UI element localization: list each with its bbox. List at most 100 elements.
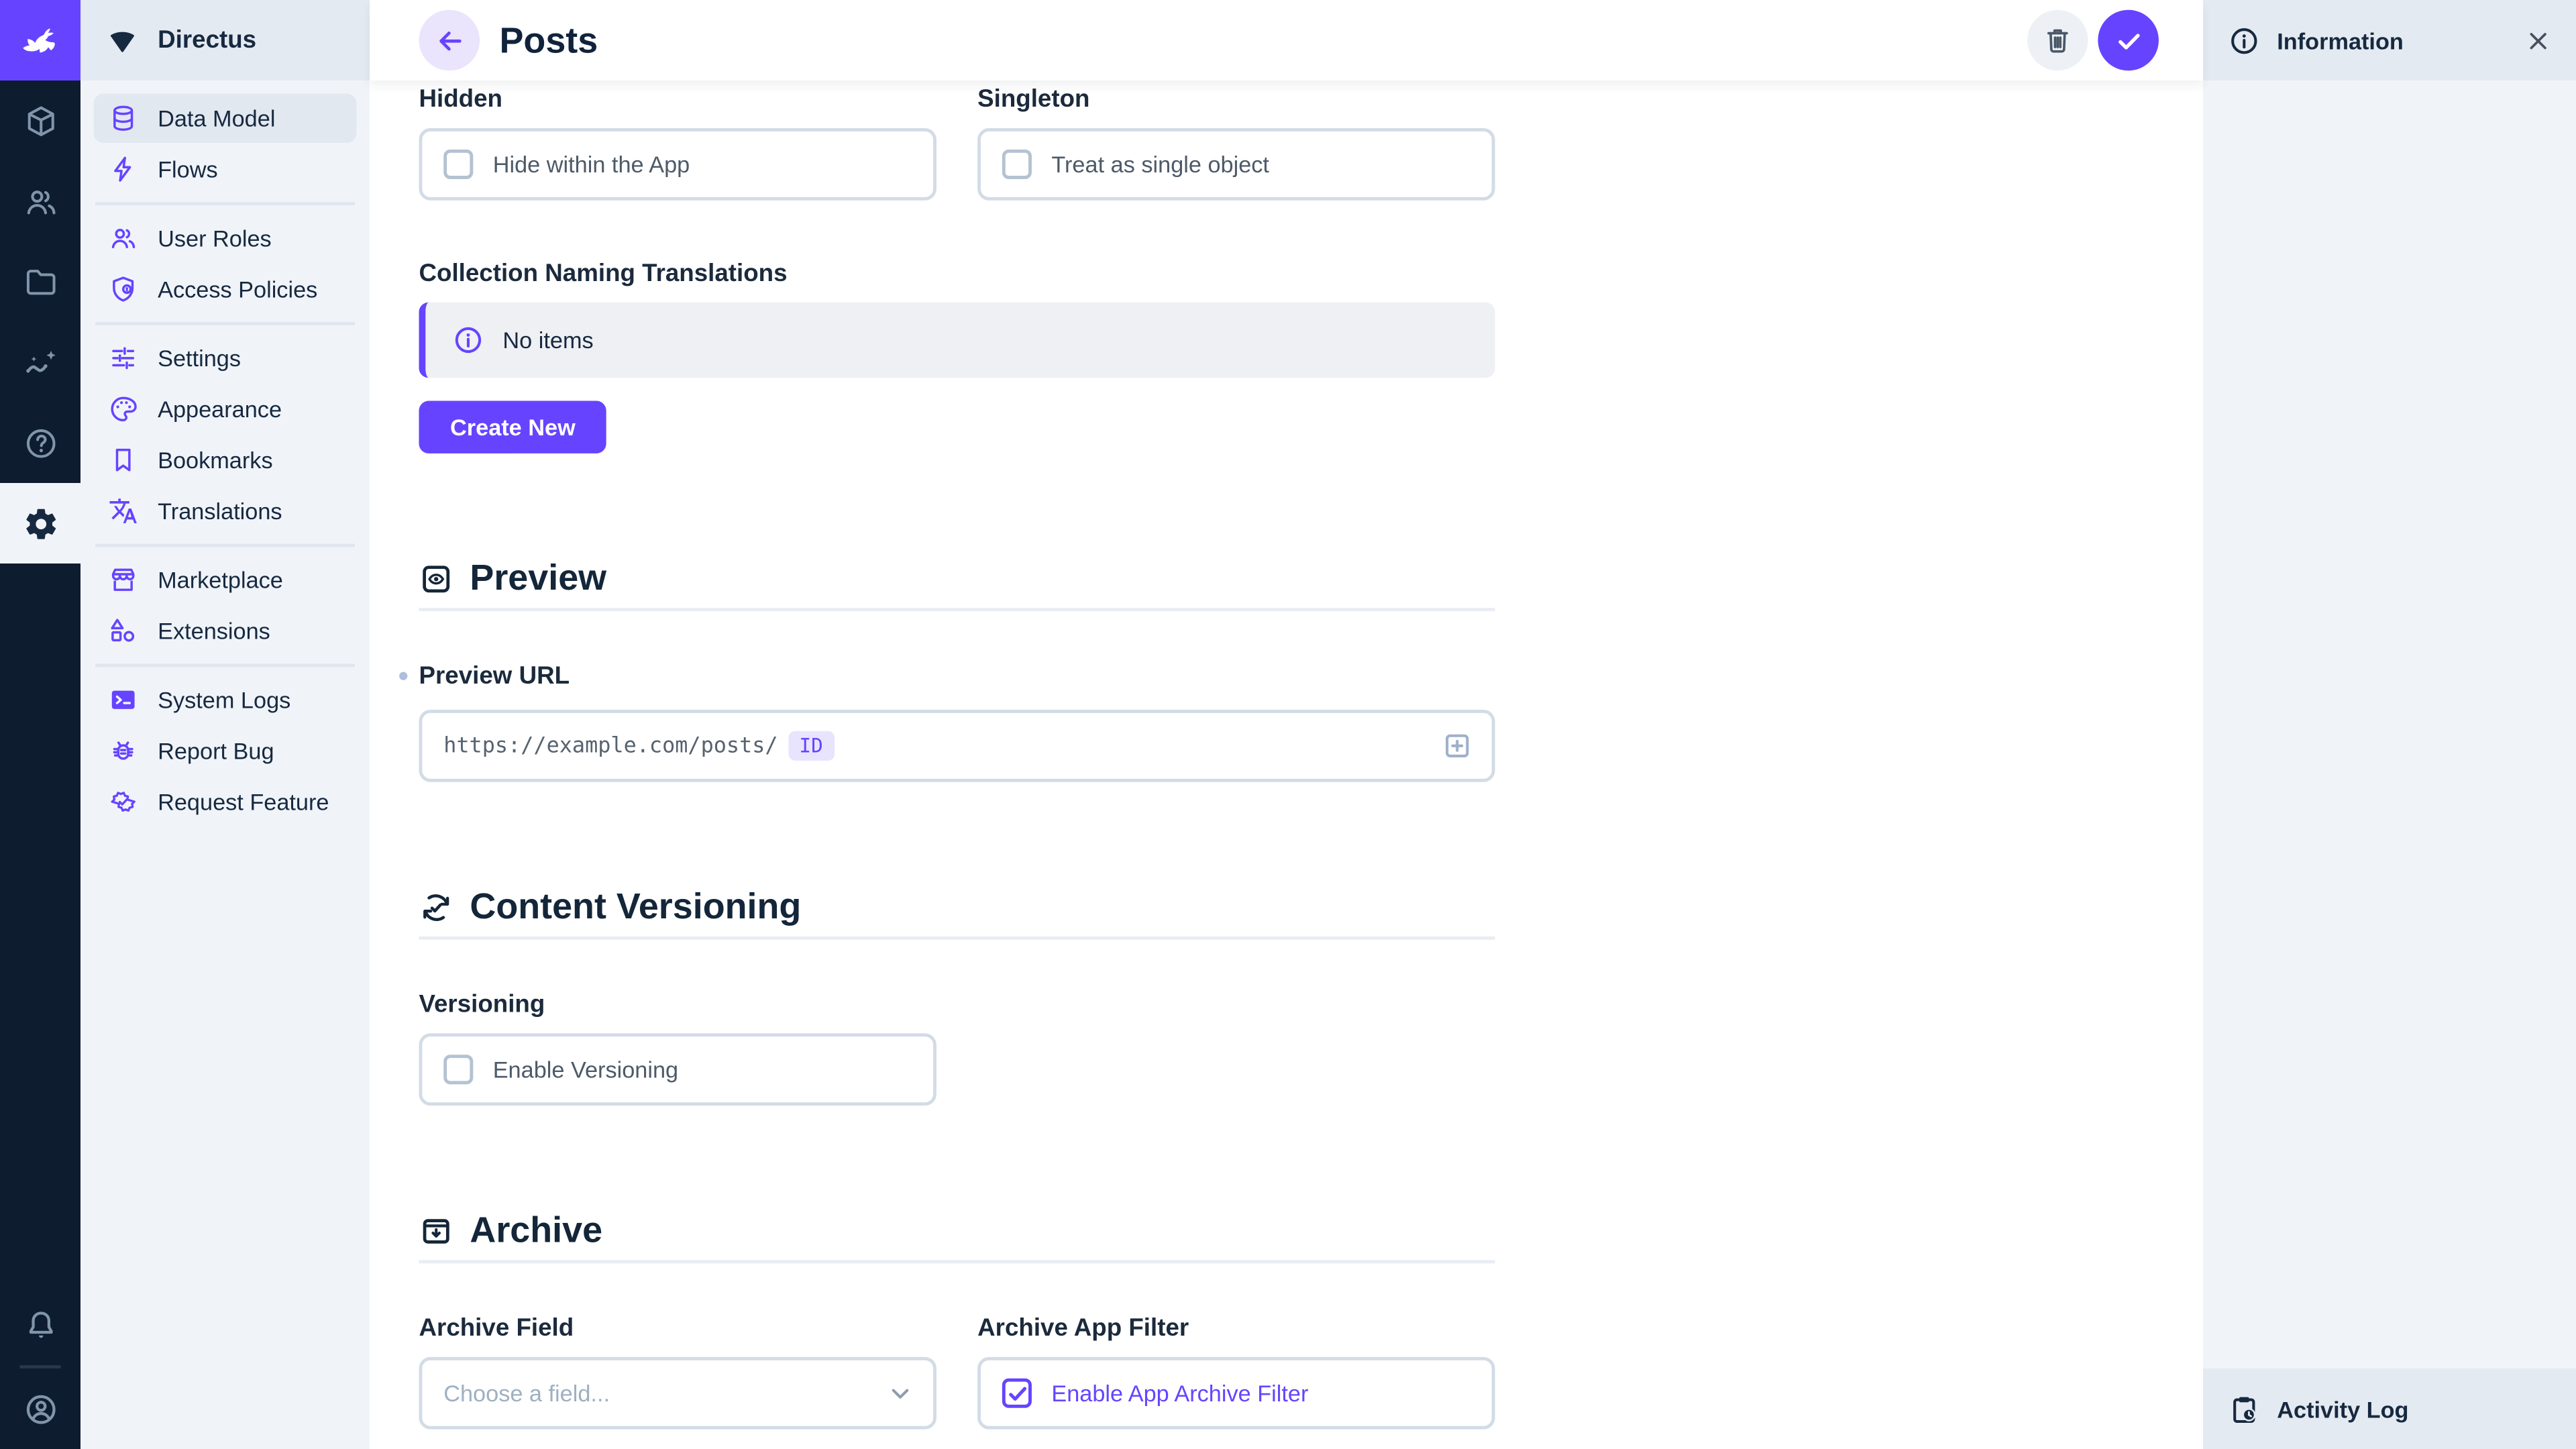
nav-item-access-policies[interactable]: Access Policies bbox=[94, 264, 357, 313]
module-settings[interactable] bbox=[0, 483, 80, 564]
section-content-versioning: Content Versioning bbox=[419, 887, 1495, 939]
bolt-icon bbox=[109, 154, 138, 184]
folder-icon bbox=[22, 264, 58, 300]
archive-field-select[interactable]: Choose a field... bbox=[419, 1357, 936, 1430]
checkbox-unchecked-icon bbox=[443, 150, 473, 179]
bug-icon bbox=[109, 736, 138, 765]
clipboard-clock-icon bbox=[2228, 1393, 2261, 1426]
section-header: Content Versioning bbox=[419, 887, 1495, 926]
checkbox-label: Enable App Archive Filter bbox=[1051, 1380, 1308, 1406]
help-icon bbox=[22, 425, 58, 461]
project-name: Directus bbox=[158, 26, 256, 54]
nav-item-label: Report Bug bbox=[158, 738, 274, 764]
field-archive-field: Archive Field Choose a field... bbox=[419, 1314, 936, 1429]
people-icon bbox=[22, 183, 58, 219]
nav-item-label: Settings bbox=[158, 345, 241, 371]
delete-collection-button[interactable] bbox=[2027, 10, 2088, 71]
nav-item-translations[interactable]: Translations bbox=[94, 486, 357, 535]
create-new-button[interactable]: Create New bbox=[419, 401, 606, 453]
field-versioning: Versioning Enable Versioning bbox=[419, 991, 1495, 1106]
select-placeholder: Choose a field... bbox=[443, 1380, 610, 1406]
edited-dot bbox=[399, 672, 407, 680]
section-title: Preview bbox=[470, 557, 606, 600]
field-label: Versioning bbox=[419, 991, 1495, 1020]
section-header: Preview bbox=[419, 559, 1495, 598]
checkbox-label: Treat as single object bbox=[1051, 151, 1269, 177]
account-circle-icon bbox=[22, 1391, 58, 1427]
nav-item-marketplace[interactable]: Marketplace bbox=[94, 555, 357, 604]
shield-lock-icon bbox=[109, 274, 138, 304]
nav-item-request-feature[interactable]: Request Feature bbox=[94, 777, 357, 826]
nav-item-label: Bookmarks bbox=[158, 447, 273, 473]
field-hidden: Hidden Hide within the App bbox=[419, 85, 936, 200]
preview-url-value: https://example.com/posts/ bbox=[443, 733, 777, 758]
singleton-checkbox-field[interactable]: Treat as single object bbox=[977, 128, 1495, 201]
preview-eye-icon bbox=[419, 561, 453, 595]
translate-icon bbox=[109, 496, 138, 526]
bell-icon bbox=[22, 1307, 58, 1343]
nav-item-system-logs[interactable]: System Logs bbox=[94, 676, 357, 724]
nav-item-label: Flows bbox=[158, 156, 218, 182]
activity-log-label: Activity Log bbox=[2277, 1395, 2408, 1421]
nav-item-label: Appearance bbox=[158, 396, 282, 422]
field-label: Preview URL bbox=[419, 662, 570, 692]
archive-filter-checkbox-field[interactable]: Enable App Archive Filter bbox=[977, 1357, 1495, 1430]
close-sidebar-button[interactable] bbox=[2524, 25, 2553, 55]
nav-item-appearance[interactable]: Appearance bbox=[94, 384, 357, 433]
page-title: Posts bbox=[499, 19, 598, 62]
versioning-checkbox-field[interactable]: Enable Versioning bbox=[419, 1033, 936, 1106]
account-button[interactable] bbox=[0, 1368, 80, 1449]
nav-item-label: Marketplace bbox=[158, 567, 283, 593]
people-icon bbox=[109, 223, 138, 253]
info-icon bbox=[451, 323, 484, 356]
module-users[interactable] bbox=[0, 161, 80, 241]
nav-item-data-model[interactable]: Data Model bbox=[94, 94, 357, 143]
check-icon bbox=[2112, 24, 2145, 57]
nav-item-label: Access Policies bbox=[158, 276, 317, 302]
module-help[interactable] bbox=[0, 402, 80, 483]
section-divider bbox=[419, 936, 1495, 940]
bookmark-icon bbox=[109, 445, 138, 475]
nav-item-label: System Logs bbox=[158, 687, 290, 713]
nav-item-user-roles[interactable]: User Roles bbox=[94, 213, 357, 262]
project-header[interactable]: Directus bbox=[80, 0, 370, 80]
info-sidebar-title: Information bbox=[2277, 27, 2404, 53]
empty-state-text: No items bbox=[502, 327, 593, 353]
field-preview-url: Preview URL https://example.com/posts/ I… bbox=[419, 662, 1495, 782]
palette-icon bbox=[109, 394, 138, 424]
save-button[interactable] bbox=[2098, 10, 2159, 71]
checkbox-label: Hide within the App bbox=[493, 151, 690, 177]
nav-item-extensions[interactable]: Extensions bbox=[94, 606, 357, 655]
activity-log-button[interactable]: Activity Log bbox=[2203, 1368, 2576, 1449]
module-bar-bottom bbox=[0, 1285, 80, 1449]
box-icon bbox=[22, 103, 58, 139]
main-header: Posts bbox=[370, 0, 2203, 80]
rabbit-logo-icon bbox=[15, 15, 64, 64]
gear-icon bbox=[22, 505, 58, 541]
nav-divider bbox=[95, 544, 355, 547]
preview-url-input[interactable]: https://example.com/posts/ ID bbox=[419, 710, 1495, 782]
module-insights[interactable] bbox=[0, 322, 80, 402]
hidden-checkbox-field[interactable]: Hide within the App bbox=[419, 128, 936, 201]
id-field-chip[interactable]: ID bbox=[788, 731, 835, 761]
section-preview: Preview bbox=[419, 559, 1495, 611]
arrow-left-icon bbox=[433, 24, 466, 57]
module-files[interactable] bbox=[0, 241, 80, 322]
nav-item-report-bug[interactable]: Report Bug bbox=[94, 726, 357, 775]
module-content[interactable] bbox=[0, 80, 80, 161]
checkbox-unchecked-icon bbox=[443, 1055, 473, 1084]
directus-logo[interactable] bbox=[0, 0, 80, 80]
add-field-icon[interactable] bbox=[1441, 729, 1474, 762]
info-sidebar-header: Information bbox=[2203, 0, 2576, 80]
notifications-button[interactable] bbox=[0, 1285, 80, 1365]
nav-item-bookmarks[interactable]: Bookmarks bbox=[94, 435, 357, 484]
field-label: Archive Field bbox=[419, 1314, 936, 1344]
nav-item-label: Request Feature bbox=[158, 789, 329, 815]
field-naming-translations: Collection Naming Translations No items … bbox=[419, 260, 1495, 453]
back-button[interactable] bbox=[419, 10, 480, 71]
chevron-down-icon bbox=[884, 1377, 917, 1409]
nav-item-flows[interactable]: Flows bbox=[94, 145, 357, 194]
nav-item-settings[interactable]: Settings bbox=[94, 333, 357, 382]
nav-item-label: User Roles bbox=[158, 225, 272, 252]
database-icon bbox=[109, 103, 138, 133]
